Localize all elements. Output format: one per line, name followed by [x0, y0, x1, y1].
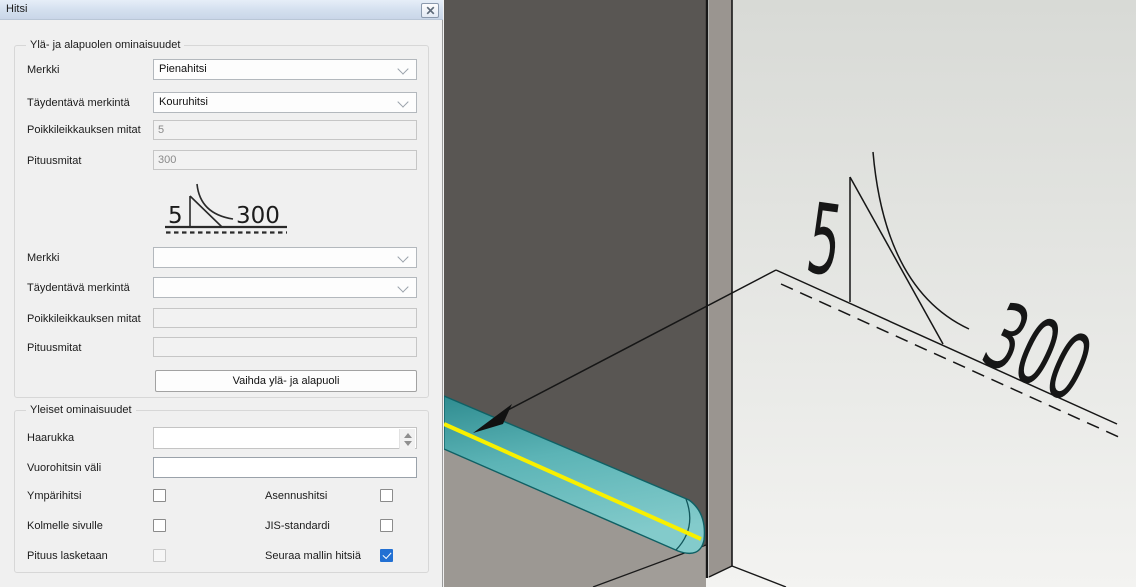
jis-standard-label: JIS-standardi	[265, 520, 330, 532]
around-weld-label: Ympärihitsi	[27, 490, 81, 502]
upper-mark-combobox[interactable]: Pienahitsi	[153, 59, 417, 80]
model-viewport[interactable]: 5 300	[444, 0, 1136, 587]
weld-properties-dialog: Hitsi Ylä- ja alapuolen ominaisuudet Mer…	[0, 0, 443, 587]
weld-symbol-preview: 5 300	[150, 176, 300, 236]
upper-mark-value: Pienahitsi	[159, 63, 207, 75]
preview-length-text: 300	[236, 203, 280, 229]
pitch-input[interactable]	[153, 457, 417, 478]
group-top-bottom-legend: Ylä- ja alapuolen ominaisuudet	[26, 39, 184, 51]
upper-extra-combobox[interactable]: Kouruhitsi	[153, 92, 417, 113]
follow-model-weld-label: Seuraa mallin hitsiä	[265, 550, 361, 562]
chevron-down-icon	[397, 63, 408, 74]
vertical-plate-side-face[interactable]	[709, 0, 732, 577]
lower-extra-label: Täydentävä merkintä	[27, 282, 130, 294]
follow-model-weld-checkbox[interactable]	[380, 549, 393, 562]
three-sides-checkbox[interactable]	[153, 519, 166, 532]
length-calculated-checkbox[interactable]	[153, 549, 166, 562]
application-window: Hitsi Ylä- ja alapuolen ominaisuudet Mer…	[0, 0, 1136, 587]
jis-standard-checkbox[interactable]	[380, 519, 393, 532]
around-weld-checkbox[interactable]	[153, 489, 166, 502]
chevron-down-icon	[397, 96, 408, 107]
dialog-title: Hitsi	[6, 3, 27, 15]
upper-length-label: Pituusmitat	[27, 155, 81, 167]
site-weld-checkbox[interactable]	[380, 489, 393, 502]
fork-spinner-field[interactable]	[153, 427, 417, 449]
fork-label: Haarukka	[27, 432, 74, 444]
upper-length-input[interactable]	[153, 150, 417, 170]
preview-size-text: 5	[168, 203, 183, 229]
fork-spinner[interactable]	[399, 429, 415, 449]
three-sides-label: Kolmelle sivulle	[27, 520, 103, 532]
spinner-down-icon[interactable]	[404, 441, 412, 446]
group-general-legend: Yleiset ominaisuudet	[26, 404, 136, 416]
upper-extra-value: Kouruhitsi	[159, 96, 208, 108]
lower-cross-section-label: Poikkileikkauksen mitat	[27, 313, 141, 325]
close-icon	[426, 6, 435, 15]
dialog-titlebar[interactable]: Hitsi	[0, 0, 443, 20]
check-icon	[382, 550, 391, 559]
pitch-label: Vuorohitsin väli	[27, 462, 101, 474]
lower-cross-section-input[interactable]	[153, 308, 417, 328]
upper-extra-label: Täydentävä merkintä	[27, 97, 130, 109]
upper-mark-label: Merkki	[27, 64, 59, 76]
upper-cross-section-input[interactable]	[153, 120, 417, 140]
site-weld-label: Asennushitsi	[265, 490, 327, 502]
length-calculated-label: Pituus lasketaan	[27, 550, 108, 562]
chevron-down-icon	[397, 251, 408, 262]
fork-input[interactable]	[154, 428, 400, 448]
lower-mark-label: Merkki	[27, 252, 59, 264]
upper-cross-section-label: Poikkileikkauksen mitat	[27, 124, 141, 136]
chevron-down-icon	[397, 281, 408, 292]
swap-top-bottom-button[interactable]: Vaihda ylä- ja alapuoli	[155, 370, 417, 392]
lower-length-input[interactable]	[153, 337, 417, 357]
close-button[interactable]	[421, 3, 439, 18]
lower-extra-combobox[interactable]	[153, 277, 417, 298]
lower-mark-combobox[interactable]	[153, 247, 417, 268]
lower-length-label: Pituusmitat	[27, 342, 81, 354]
spinner-up-icon[interactable]	[404, 433, 412, 438]
